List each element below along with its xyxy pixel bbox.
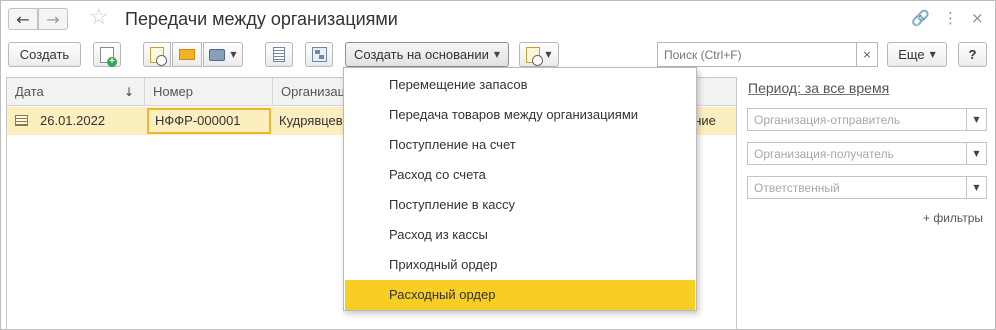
- chevron-down-icon[interactable]: ▼: [966, 177, 986, 198]
- add-copy-icon: [100, 46, 117, 67]
- help-button[interactable]: ?: [958, 42, 987, 67]
- structure-button[interactable]: [305, 42, 333, 67]
- cell-number[interactable]: НФФР-000001: [147, 108, 271, 134]
- create-button[interactable]: Создать: [8, 42, 81, 67]
- report-clock-icon: [526, 46, 544, 66]
- sender-org-placeholder: Организация-отправитель: [754, 113, 901, 127]
- sort-down-icon: ↓: [123, 85, 134, 99]
- link-icon[interactable]: 🔗: [911, 9, 930, 27]
- sender-org-field[interactable]: Организация-отправитель ▼: [747, 108, 987, 131]
- chevron-down-icon: ▼: [545, 50, 552, 59]
- forward-button[interactable]: →: [38, 8, 68, 30]
- list-icon: [273, 47, 285, 62]
- receiver-org-field[interactable]: Организация-получатель ▼: [747, 142, 987, 165]
- reports-button[interactable]: ▼: [519, 42, 559, 67]
- create-button-label: Создать: [19, 47, 70, 62]
- menu-item-stock-transfer[interactable]: Перемещение запасов: [345, 70, 695, 100]
- print-button[interactable]: ▼: [203, 42, 243, 67]
- create-based-on-button[interactable]: Создать на основании ▼: [345, 42, 509, 67]
- printer-icon: [209, 48, 226, 61]
- page-title: Передачи между организациями: [125, 9, 398, 29]
- column-header-date-label: Дата: [15, 84, 44, 99]
- menu-item-receipt-order[interactable]: Приходный ордер: [345, 250, 695, 280]
- menu-item-expense-order[interactable]: Расходный ордер: [345, 280, 695, 310]
- search-clear-button[interactable]: ×: [856, 42, 878, 67]
- menu-item-goods-transfer[interactable]: Передача товаров между организациями: [345, 100, 695, 130]
- document-clock-icon: [150, 46, 167, 66]
- envelope-icon: [179, 49, 195, 60]
- chevron-down-icon[interactable]: ▼: [966, 143, 986, 164]
- structure-icon: [311, 47, 327, 62]
- chevron-down-icon: ▼: [929, 50, 936, 59]
- more-actions-button[interactable]: Еще ▼: [887, 42, 947, 67]
- column-header-number[interactable]: Номер: [145, 78, 273, 106]
- copy-button[interactable]: [93, 42, 121, 67]
- menu-item-cash-expense[interactable]: Расход из кассы: [345, 220, 695, 250]
- schedule-button[interactable]: [143, 42, 171, 67]
- close-icon[interactable]: ×: [971, 9, 984, 27]
- document-icon: [15, 115, 28, 126]
- create-based-on-menu: Перемещение запасов Передача товаров меж…: [343, 67, 697, 311]
- chevron-down-icon: ▼: [493, 50, 501, 59]
- responsible-field[interactable]: Ответственный ▼: [747, 176, 987, 199]
- cell-organization: Кудрявцев: [279, 113, 343, 128]
- chevron-down-icon[interactable]: ▼: [966, 109, 986, 130]
- menu-item-bank-receipt[interactable]: Поступление на счет: [345, 130, 695, 160]
- back-button[interactable]: ←: [8, 8, 38, 30]
- period-link[interactable]: Период: за все время: [748, 80, 889, 96]
- search-input[interactable]: [657, 42, 857, 67]
- chevron-down-icon: ▼: [230, 50, 237, 59]
- more-icon[interactable]: ⋮: [943, 9, 958, 27]
- menu-item-cash-receipt[interactable]: Поступление в кассу: [345, 190, 695, 220]
- receiver-org-placeholder: Организация-получатель: [754, 147, 894, 161]
- menu-item-bank-expense[interactable]: Расход со счета: [345, 160, 695, 190]
- more-actions-label: Еще: [898, 47, 925, 62]
- email-button[interactable]: [172, 42, 202, 67]
- add-filters-link[interactable]: + фильтры: [923, 211, 983, 225]
- cell-date: 26.01.2022: [40, 113, 106, 128]
- list-view-button[interactable]: [265, 42, 293, 67]
- create-based-on-label: Создать на основании: [353, 47, 489, 62]
- responsible-placeholder: Ответственный: [754, 181, 840, 195]
- column-header-date[interactable]: Дата ↓: [7, 78, 145, 106]
- app-window: ← → ☆ Передачи между организациями 🔗 ⋮ ×…: [0, 0, 996, 330]
- favorite-star-icon[interactable]: ☆: [89, 5, 109, 30]
